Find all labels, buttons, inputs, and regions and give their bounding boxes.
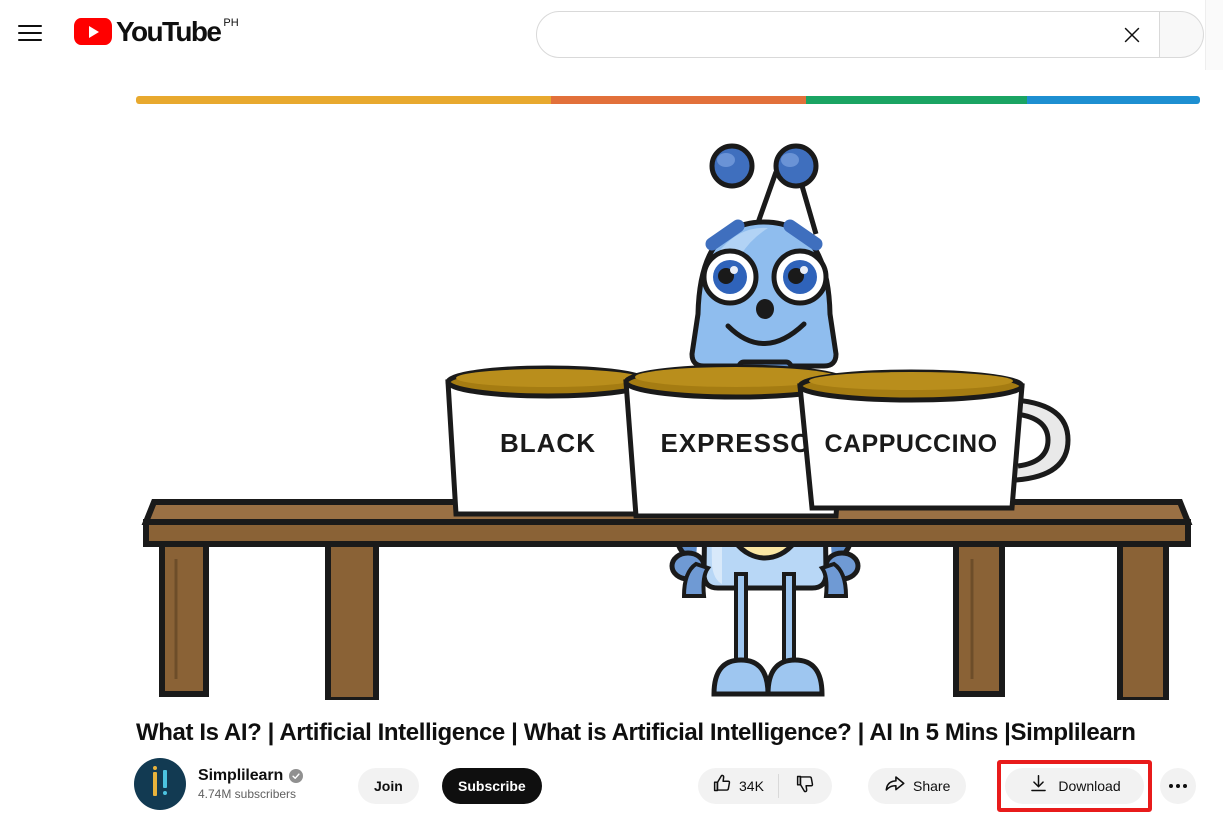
join-button[interactable]: Join [358, 768, 419, 804]
search-box[interactable] [536, 11, 1160, 58]
download-button[interactable]: Download [1005, 768, 1144, 804]
masthead: YouTube PH [0, 0, 1223, 70]
avatar-bar-cyan [163, 770, 167, 788]
channel-owner-row: Simplilearn 4.74M subscribers [134, 758, 304, 810]
progress-segment [136, 96, 551, 104]
download-arrow-icon [1028, 773, 1049, 799]
thumbs-up-icon [712, 773, 733, 799]
like-dislike-pill: 34K [698, 768, 832, 804]
close-x-icon[interactable] [1113, 16, 1151, 54]
video-thumbnail-illustration: BLACK EXPRESSO CAPPUCCINO [136, 104, 1200, 700]
dislike-button[interactable] [779, 768, 832, 804]
thumbs-down-icon [795, 773, 816, 799]
youtube-play-icon [74, 18, 112, 45]
avatar-dot-cyan [163, 791, 167, 795]
svg-text:BLACK: BLACK [500, 428, 596, 458]
channel-avatar[interactable] [134, 758, 186, 810]
youtube-watch-page: YouTube PH BLACK EXPRESSO CAPPUCCINO Wha… [0, 0, 1223, 828]
search-bar [536, 11, 1204, 58]
video-player[interactable]: BLACK EXPRESSO CAPPUCCINO [136, 96, 1200, 700]
download-label: Download [1058, 778, 1121, 794]
video-progress-bar[interactable] [136, 96, 1200, 104]
channel-text-block: Simplilearn 4.74M subscribers [198, 767, 304, 801]
verified-check-icon [289, 769, 304, 783]
youtube-logo-text: YouTube [116, 16, 222, 47]
avatar-bar-yellow [153, 772, 157, 796]
progress-segment [1026, 96, 1200, 104]
share-arrow-icon [884, 773, 906, 800]
svg-text:EXPRESSO: EXPRESSO [660, 428, 811, 458]
download-highlight-box: Download [997, 760, 1152, 812]
share-button[interactable]: Share [868, 768, 967, 804]
channel-name[interactable]: Simplilearn [198, 767, 283, 785]
progress-segment [550, 96, 807, 104]
search-input[interactable] [555, 25, 1159, 44]
share-label: Share [913, 778, 951, 794]
more-actions-button[interactable] [1160, 768, 1196, 804]
subscribe-button[interactable]: Subscribe [442, 768, 542, 804]
avatar-dot-yellow [153, 766, 157, 770]
search-button[interactable] [1160, 11, 1204, 58]
masthead-right-edge [1205, 0, 1223, 70]
channel-name-line: Simplilearn [198, 767, 304, 785]
youtube-logo[interactable]: YouTube PH [74, 17, 239, 46]
hamburger-menu-icon[interactable] [18, 20, 44, 46]
youtube-country-code: PH [223, 17, 239, 29]
subscriber-count: 4.74M subscribers [198, 787, 297, 801]
video-title: What Is AI? | Artificial Intelligence | … [136, 719, 1136, 746]
svg-text:CAPPUCCINO: CAPPUCCINO [824, 430, 997, 458]
more-horizontal-icon [1169, 784, 1187, 788]
like-count: 34K [739, 778, 764, 794]
like-button[interactable]: 34K [698, 768, 778, 804]
progress-segment [806, 96, 1027, 104]
